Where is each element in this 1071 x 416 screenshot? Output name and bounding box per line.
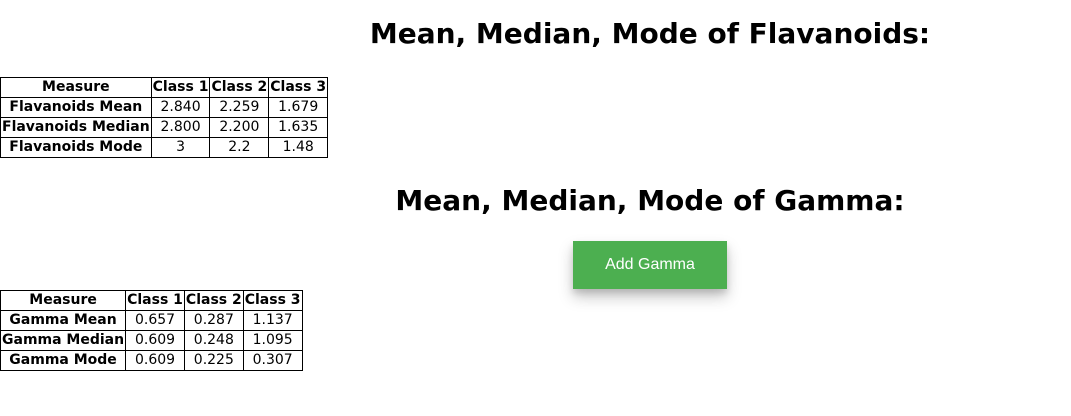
- table-cell: 2.2: [209, 137, 270, 158]
- table-cell: 1.095: [242, 330, 303, 351]
- row-label: Flavanoids Mean: [0, 97, 152, 118]
- column-header-class-2: Class 2: [209, 77, 270, 98]
- table-row: Flavanoids Mean 2.840 2.259 1.679: [0, 97, 329, 118]
- table-cell: 2.259: [209, 97, 270, 118]
- table-cell: 0.248: [183, 330, 244, 351]
- table-cell: 1.635: [268, 117, 329, 138]
- table-cell: 2.200: [209, 117, 270, 138]
- table-cell: 0.657: [125, 310, 185, 331]
- table-row: Flavanoids Mode 3 2.2 1.48: [0, 137, 329, 158]
- table-cell: 0.307: [242, 350, 303, 371]
- column-header-class-2: Class 2: [183, 290, 244, 311]
- row-label: Flavanoids Mode: [0, 137, 152, 158]
- page: Mean, Median, Mode of Flavanoids: Measur…: [0, 0, 1071, 416]
- table-cell: 2.800: [150, 117, 211, 138]
- table-cell: 0.287: [183, 310, 244, 331]
- column-header-measure: Measure: [0, 290, 127, 311]
- table-cell: 3: [150, 137, 211, 158]
- flavanoids-heading: Mean, Median, Mode of Flavanoids:: [369, 17, 931, 50]
- table-cell: 0.225: [183, 350, 244, 371]
- column-header-class-1: Class 1: [125, 290, 185, 311]
- column-header-class-3: Class 3: [242, 290, 303, 311]
- table-row: Gamma Mode 0.609 0.225 0.307: [0, 350, 303, 371]
- column-header-measure: Measure: [0, 77, 152, 98]
- gamma-table: Measure Class 1 Class 2 Class 3 Gamma Me…: [0, 290, 303, 371]
- table-cell: 1.48: [268, 137, 329, 158]
- table-cell: 0.609: [125, 330, 185, 351]
- gamma-heading: Mean, Median, Mode of Gamma:: [395, 184, 905, 217]
- row-label: Gamma Median: [0, 330, 127, 351]
- table-cell: 1.137: [242, 310, 303, 331]
- table-cell: 2.840: [150, 97, 211, 118]
- table-row: Flavanoids Median 2.800 2.200 1.635: [0, 117, 329, 138]
- table-cell: 1.679: [268, 97, 329, 118]
- row-label: Gamma Mean: [0, 310, 127, 331]
- column-header-class-1: Class 1: [150, 77, 211, 98]
- add-gamma-button[interactable]: Add Gamma: [573, 241, 727, 289]
- table-row: Gamma Mean 0.657 0.287 1.137: [0, 310, 303, 331]
- table-cell: 0.609: [125, 350, 185, 371]
- row-label: Flavanoids Median: [0, 117, 152, 138]
- flavanoids-table: Measure Class 1 Class 2 Class 3 Flavanoi…: [0, 77, 329, 158]
- column-header-class-3: Class 3: [268, 77, 329, 98]
- table-header-row: Measure Class 1 Class 2 Class 3: [0, 77, 329, 98]
- table-header-row: Measure Class 1 Class 2 Class 3: [0, 290, 303, 311]
- row-label: Gamma Mode: [0, 350, 127, 371]
- table-row: Gamma Median 0.609 0.248 1.095: [0, 330, 303, 351]
